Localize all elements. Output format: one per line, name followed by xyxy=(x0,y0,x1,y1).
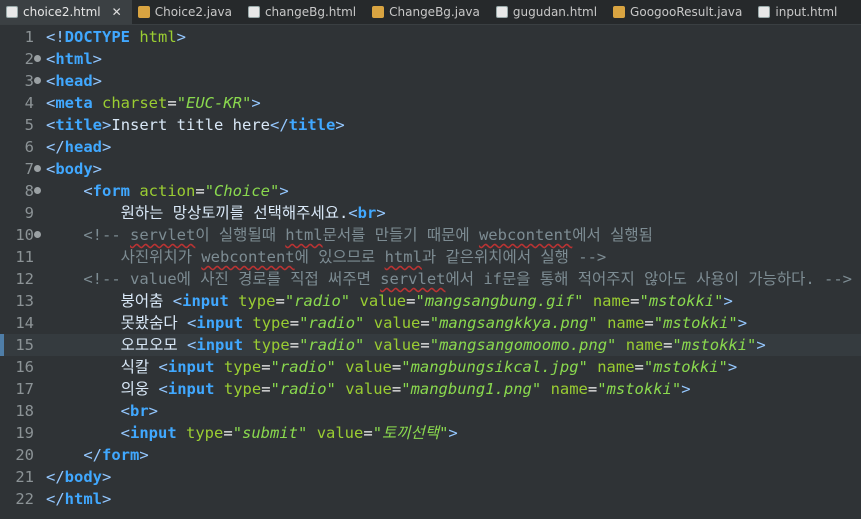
tab-changebg-java[interactable]: ChangeBg.java xyxy=(366,0,490,24)
code-text: 사진위치가 webcontent에 있으므로 html과 같은위치에서 실행 -… xyxy=(46,248,607,266)
code-line[interactable]: 19 <input type="submit" value="토끼선택"> xyxy=(0,422,861,444)
line-number: 21 xyxy=(15,468,34,486)
code-text: <body> xyxy=(46,160,103,178)
code-text: </body> xyxy=(46,468,112,486)
line-number: 18 xyxy=(15,402,34,420)
editor-tab-bar: choice2.html ✕ Choice2.java changeBg.htm… xyxy=(0,0,861,25)
fold-toggle-icon[interactable] xyxy=(34,187,41,194)
line-number: 8 xyxy=(24,182,34,200)
tab-changebg-html[interactable]: changeBg.html xyxy=(242,0,366,24)
line-number: 1 xyxy=(24,28,34,46)
code-text: <!-- value에 사진 경로를 직접 써주면 servlet에서 if문을… xyxy=(83,270,853,288)
code-text: </html> xyxy=(46,490,112,508)
fold-toggle-icon[interactable] xyxy=(34,55,41,62)
code-text: <!-- servlet이 실행될때 html문서를 만들기 때문에 webco… xyxy=(83,226,653,244)
tab-label: choice2.html xyxy=(23,5,101,19)
code-line[interactable]: 14 못봤숨다 <input type="radio" value="mangs… xyxy=(0,312,861,334)
code-text: <form action="Choice"> xyxy=(83,182,289,200)
code-line[interactable]: 8 <form action="Choice"> xyxy=(0,180,861,202)
line-number: 14 xyxy=(15,314,34,332)
line-number: 16 xyxy=(15,358,34,376)
line-number: 20 xyxy=(15,446,34,464)
code-line[interactable]: 7 <body> xyxy=(0,158,861,180)
tab-label: Choice2.java xyxy=(154,5,232,19)
fold-toggle-icon[interactable] xyxy=(34,77,41,84)
line-number: 5 xyxy=(24,116,34,134)
code-line[interactable]: 9 원하는 망상토끼를 선택해주세요.<br> xyxy=(0,202,861,224)
line-number: 15 xyxy=(15,336,34,354)
tab-label: gugudan.html xyxy=(512,5,598,19)
fold-toggle-icon[interactable] xyxy=(34,231,41,238)
code-text: </head> xyxy=(46,138,112,156)
code-text: 못봤숨다 <input type="radio" value="mangsang… xyxy=(46,314,748,332)
code-line[interactable]: 5 <title>Insert title here</title> xyxy=(0,114,861,136)
code-line[interactable]: 10 <!-- servlet이 실행될때 html문서를 만들기 때문에 we… xyxy=(0,224,861,246)
code-line[interactable]: 6 </head> xyxy=(0,136,861,158)
tab-label: GoogooResult.java xyxy=(630,5,743,19)
close-icon[interactable]: ✕ xyxy=(112,5,122,19)
code-text: </form> xyxy=(83,446,149,464)
line-number: 7 xyxy=(24,160,34,178)
code-editor[interactable]: 1 <!DOCTYPE html> 2 <html> 3 <head> 4 <meta cha… xyxy=(0,26,861,519)
html-file-icon xyxy=(247,6,260,18)
line-number: 3 xyxy=(24,72,34,90)
code-text: <html> xyxy=(46,50,103,68)
code-text: 식칼 <input type="radio" value="mangbungsi… xyxy=(46,358,738,376)
line-number: 11 xyxy=(15,248,34,266)
tab-label: input.html xyxy=(775,5,838,19)
code-text: 의웅 <input type="radio" value="mangbung1.… xyxy=(46,380,691,398)
code-line[interactable]: 2 <html> xyxy=(0,48,861,70)
line-number: 22 xyxy=(15,490,34,508)
code-line[interactable]: 12 <!-- value에 사진 경로를 직접 써주면 servlet에서 i… xyxy=(0,268,861,290)
code-line[interactable]: 15 오모오모 <input type="radio" value="mangs… xyxy=(0,334,861,356)
tab-googooresult-java[interactable]: GoogooResult.java xyxy=(607,0,752,24)
line-number: 2 xyxy=(24,50,34,68)
code-line[interactable]: 13 붕어춤 <input type="radio" value="mangsa… xyxy=(0,290,861,312)
tab-input-html[interactable]: input.html xyxy=(752,0,847,24)
tab-choice2-html[interactable]: choice2.html ✕ xyxy=(0,0,132,24)
html-file-icon xyxy=(495,6,508,18)
line-number: 12 xyxy=(15,270,34,288)
java-file-icon xyxy=(372,6,385,18)
line-number: 10 xyxy=(15,226,34,244)
tab-choice2-java[interactable]: Choice2.java xyxy=(132,0,242,24)
code-text: <head> xyxy=(46,72,103,90)
code-line[interactable]: 16 식칼 <input type="radio" value="mangbun… xyxy=(0,356,861,378)
line-number: 13 xyxy=(15,292,34,310)
code-line[interactable]: 20 </form> xyxy=(0,444,861,466)
fold-toggle-icon[interactable] xyxy=(34,165,41,172)
tab-label: changeBg.html xyxy=(264,5,357,19)
code-text: 오모오모 <input type="radio" value="mangsang… xyxy=(46,336,766,354)
code-text: <!DOCTYPE html> xyxy=(46,28,187,46)
line-number: 6 xyxy=(24,138,34,156)
code-line[interactable]: 11 사진위치가 webcontent에 있으므로 html과 같은위치에서 실… xyxy=(0,246,861,268)
code-text: <title>Insert title here</title> xyxy=(46,116,345,134)
code-text: <br> xyxy=(120,402,159,420)
java-file-icon xyxy=(613,6,626,18)
tab-gugudan-html[interactable]: gugudan.html xyxy=(490,0,607,24)
line-number: 17 xyxy=(15,380,34,398)
code-text: <input type="submit" value="토끼선택"> xyxy=(120,424,458,442)
html-file-icon xyxy=(758,6,771,18)
html-file-icon xyxy=(6,6,18,18)
tab-label: ChangeBg.java xyxy=(389,5,480,19)
code-line[interactable]: 18 <br> xyxy=(0,400,861,422)
code-text: 붕어춤 <input type="radio" value="mangsangb… xyxy=(46,292,733,310)
line-number: 4 xyxy=(24,94,34,112)
code-line[interactable]: 22 </html> xyxy=(0,488,861,510)
code-line[interactable]: 17 의웅 <input type="radio" value="mangbun… xyxy=(0,378,861,400)
code-line[interactable]: 1 <!DOCTYPE html> xyxy=(0,26,861,48)
code-text: <meta charset="EUC-KR"> xyxy=(46,94,261,112)
line-number: 19 xyxy=(15,424,34,442)
code-line[interactable]: 21 </body> xyxy=(0,466,861,488)
line-number: 9 xyxy=(24,204,34,222)
code-text: 원하는 망상토끼를 선택해주세요.<br> xyxy=(46,204,386,222)
code-line[interactable]: 3 <head> xyxy=(0,70,861,92)
code-line[interactable]: 4 <meta charset="EUC-KR"> xyxy=(0,92,861,114)
java-file-icon xyxy=(137,6,150,18)
